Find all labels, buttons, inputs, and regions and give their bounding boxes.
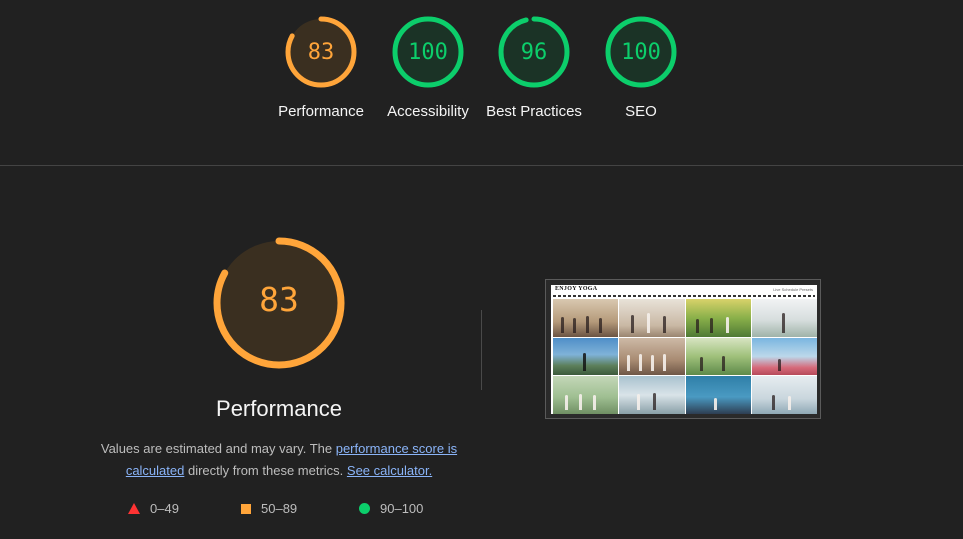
gauge-accessibility[interactable]: 100 Accessibility (378, 14, 478, 123)
photo-tile (685, 376, 751, 414)
person-figure (653, 393, 657, 410)
section-divider (0, 165, 963, 166)
person-figure (699, 357, 703, 372)
gauge-score: 83 (307, 40, 335, 65)
performance-gauge: 83 (210, 234, 348, 372)
photo-tile (619, 337, 685, 376)
photo-tile (751, 337, 817, 376)
legend-label: 50–89 (261, 501, 298, 516)
person-figure (663, 354, 667, 372)
gauge-label: Accessibility (387, 103, 469, 120)
legend-pass: 90–100 (359, 501, 423, 516)
screenshot-nav: Live Schedule Presets (773, 287, 813, 292)
photo-tile (685, 299, 751, 337)
screenshot-text-strip (553, 295, 815, 297)
final-screenshot[interactable]: ENJOY YOGA Live Schedule Presets (545, 279, 821, 419)
desc-prefix: Values are estimated and may vary. The (100, 441, 336, 456)
photo-tile (553, 376, 619, 414)
triangle-icon (128, 503, 140, 514)
gauge-best-practices[interactable]: 96 Best Practices (484, 14, 584, 123)
person-figure (709, 317, 713, 333)
legend-label: 0–49 (150, 501, 179, 516)
person-figure (695, 318, 699, 333)
legend-average: 50–89 (241, 501, 297, 516)
person-figure (631, 314, 635, 333)
person-figure (721, 356, 725, 372)
gauge-score: 100 (621, 40, 661, 65)
person-figure (593, 395, 596, 410)
person-figure (725, 316, 729, 333)
gauge-performance[interactable]: 83 Performance (271, 14, 371, 123)
person-figure (651, 355, 655, 372)
desc-middle: directly from these metrics. (184, 463, 347, 478)
performance-score: 83 (259, 280, 299, 319)
screenshot-page: ENJOY YOGA Live Schedule Presets (551, 285, 817, 414)
photo-tile (685, 337, 751, 376)
person-figure (561, 316, 564, 333)
photo-tile (619, 299, 685, 337)
gauge-label: SEO (625, 103, 657, 120)
person-figure (573, 317, 576, 333)
photo-tile (751, 299, 817, 337)
person-figure (586, 315, 589, 333)
photo-tile (619, 376, 685, 414)
gauge-score: 96 (520, 40, 548, 65)
square-icon (241, 503, 251, 514)
gauge-label: Performance (278, 103, 364, 120)
person-figure (787, 396, 791, 410)
person-figure (599, 317, 602, 333)
person-figure (777, 359, 781, 372)
photo-tile (553, 299, 619, 337)
gauge-label: Best Practices (486, 103, 582, 120)
score-legend: 0–49 50–89 90–100 (128, 501, 448, 519)
screenshot-photo-grid (553, 299, 817, 414)
circle-icon (359, 503, 370, 514)
person-figure (639, 354, 643, 372)
gauge-score: 100 (408, 40, 448, 65)
person-figure (579, 394, 582, 410)
person-figure (637, 394, 641, 410)
performance-title: Performance (216, 396, 342, 421)
legend-label: 90–100 (380, 501, 424, 516)
legend-fail: 0–49 (128, 501, 179, 516)
performance-description: Values are estimated and may vary. The p… (96, 438, 462, 482)
see-calculator-link[interactable]: See calculator. (347, 463, 432, 478)
person-figure (583, 353, 586, 372)
person-figure (647, 312, 651, 333)
screenshot-site-title: ENJOY YOGA (555, 286, 598, 292)
person-figure (627, 355, 631, 372)
person-figure (663, 315, 667, 333)
lighthouse-report: 83 Performance 100 Accessibility 96 Best… (0, 0, 963, 539)
person-figure (713, 398, 717, 410)
vertical-separator (481, 310, 482, 390)
gauge-seo[interactable]: 100 SEO (591, 14, 691, 123)
person-figure (565, 395, 568, 410)
photo-tile (553, 337, 619, 376)
photo-tile (751, 376, 817, 414)
category-gauges: 83 Performance 100 Accessibility 96 Best… (0, 14, 963, 164)
person-figure (781, 312, 785, 333)
person-figure (771, 395, 775, 410)
